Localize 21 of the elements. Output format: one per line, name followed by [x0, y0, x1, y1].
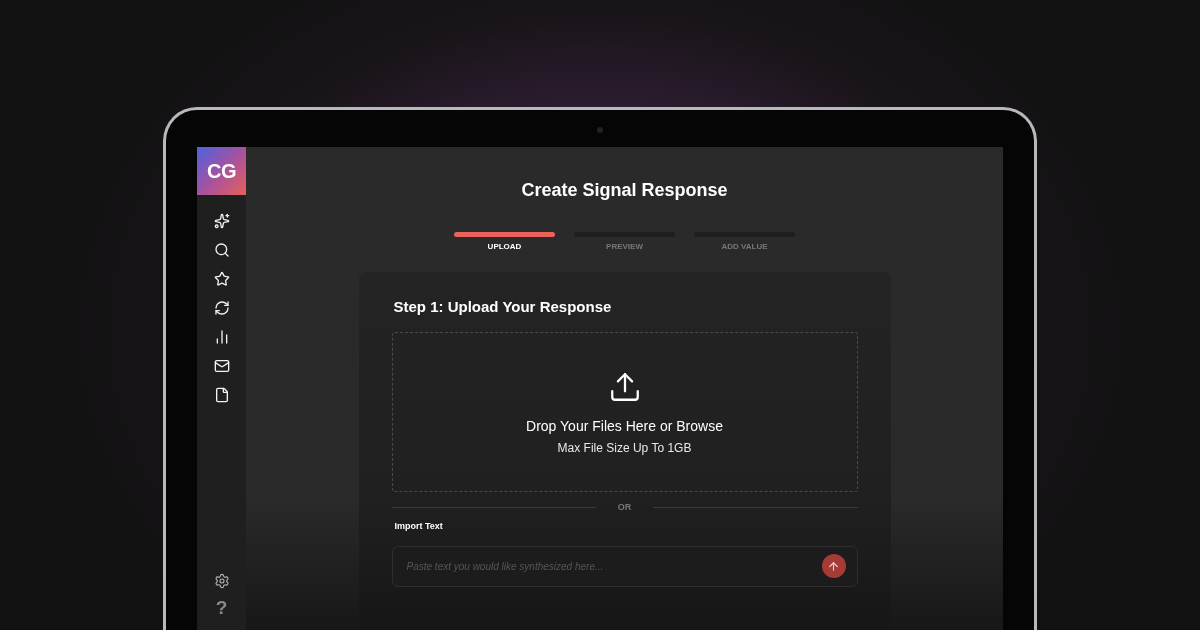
star-icon[interactable]: [213, 271, 230, 287]
search-icon[interactable]: [213, 242, 230, 258]
step-heading: Step 1: Upload Your Response: [393, 298, 613, 315]
arrow-up-icon: [827, 559, 840, 573]
import-label: Import Text: [394, 521, 444, 531]
settings-icon[interactable]: [213, 573, 230, 589]
mail-icon[interactable]: [213, 358, 230, 374]
step-tab[interactable]: ADD VALUE: [694, 232, 795, 251]
logo: CG: [197, 147, 246, 195]
file-icon[interactable]: [213, 387, 230, 403]
refresh-icon[interactable]: [213, 300, 230, 316]
sparkles-icon[interactable]: [213, 213, 230, 229]
help-icon[interactable]: ?: [215, 597, 228, 619]
camera-dot: [597, 127, 603, 133]
drop-title: Drop Your Files Here or Browse: [526, 417, 723, 434]
step-tab[interactable]: PREVIEW: [574, 232, 675, 251]
drop-hint: Max File Size Up To 1GB: [557, 440, 692, 455]
or-label: OR: [617, 502, 632, 512]
step-tab[interactable]: UPLOAD: [454, 232, 555, 251]
drop-zone[interactable]: Drop Your Files Here or Browse Max File Size Up To 1GB: [391, 332, 858, 492]
page-title: Create Signal Response: [521, 180, 728, 201]
